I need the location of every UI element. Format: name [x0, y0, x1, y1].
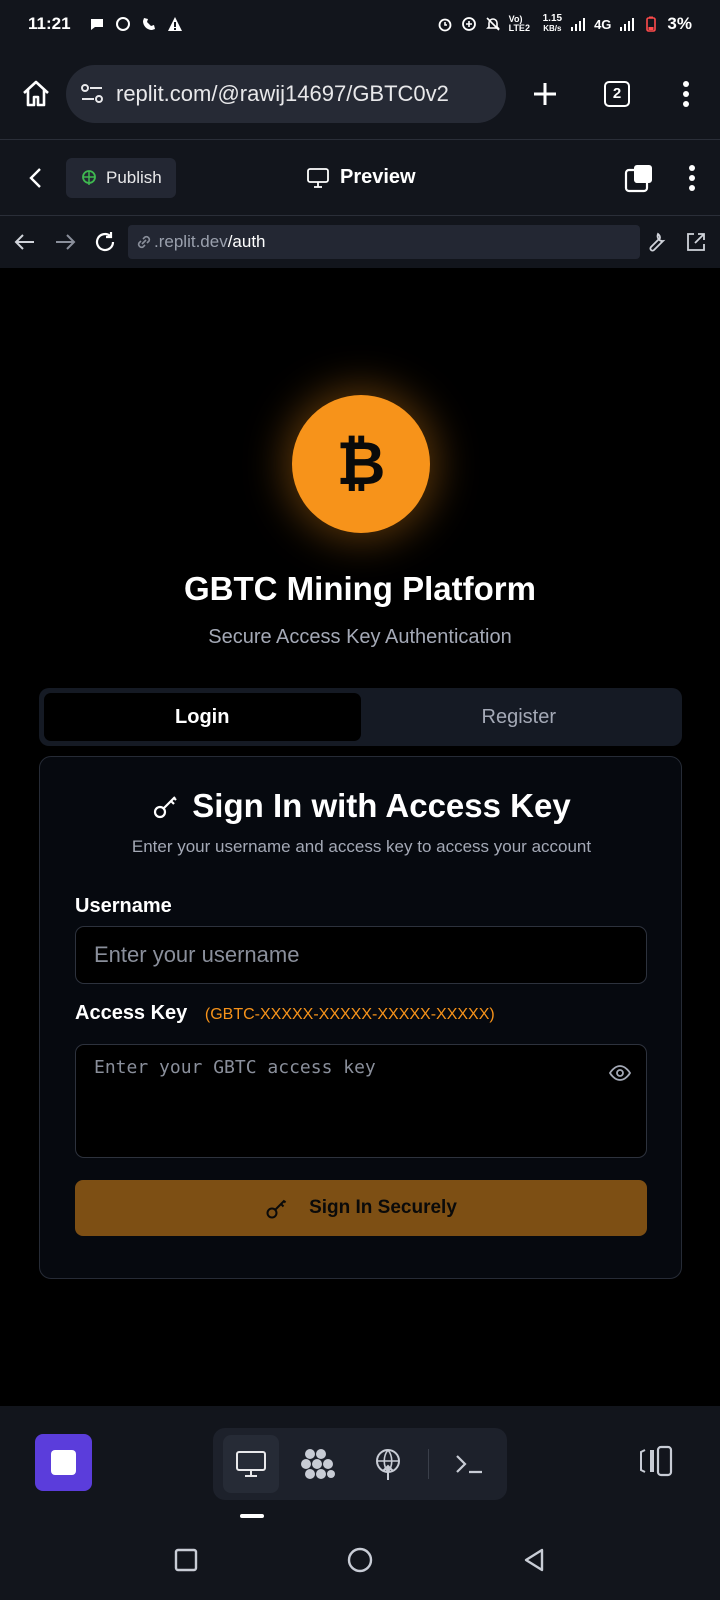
username-placeholder: Enter your username	[94, 942, 300, 967]
replit-bottom-toolbar	[0, 1406, 720, 1520]
home-icon[interactable]	[20, 78, 52, 110]
link-icon	[137, 235, 151, 249]
browser-toolbar: replit.com/@rawij14697/GBTC0v2 2	[0, 48, 720, 140]
deploy-icon	[375, 1449, 400, 1480]
back-arrow-icon[interactable]	[12, 229, 38, 255]
monitor-icon	[307, 167, 329, 188]
publish-label: Publish	[106, 167, 162, 187]
deploy-tool-button[interactable]	[360, 1435, 416, 1493]
page-title: GBTC Mining Platform	[184, 570, 536, 607]
android-nav-bar	[0, 1520, 720, 1600]
bitcoin-symbol: ₿	[336, 429, 386, 499]
access-key-field[interactable]: Enter your GBTC access key	[75, 1044, 647, 1158]
preview-label: Preview	[340, 166, 416, 188]
battery-percent: 3%	[667, 14, 692, 33]
data-saver-icon	[461, 17, 476, 31]
preview-url-bar: .replit.dev /auth	[0, 216, 720, 268]
wrench-icon[interactable]	[644, 230, 668, 254]
username-label: Username	[75, 895, 172, 917]
app-preview-content: ₿ GBTC Mining Platform Secure Access Key…	[0, 268, 720, 1406]
stop-icon	[51, 1450, 76, 1475]
signal-icon-2	[620, 18, 635, 31]
tab-switcher-button[interactable]: 2	[604, 80, 630, 107]
access-key-label: Access Key (GBTC-XXXXX-XXXXX-XXXXX-XXXXX…	[75, 1002, 495, 1025]
chat-bubble-icon	[90, 19, 103, 30]
mute-icon	[485, 17, 500, 31]
status-bar: 11:21 Vo) LTE2 1.15 KB/s 4G 3%	[0, 0, 720, 48]
missed-call-icon	[142, 18, 155, 30]
card-title: Sign In with Access Key	[40, 787, 683, 825]
signal-icon	[571, 18, 586, 31]
key-icon	[154, 796, 178, 819]
back-nav-icon[interactable]	[521, 1547, 547, 1573]
whatsapp-icon	[115, 17, 130, 31]
notification-icons	[89, 16, 183, 32]
auth-tabs: Login Register	[39, 688, 682, 746]
kebab-icon-2[interactable]	[688, 164, 696, 192]
sign-in-button[interactable]: Sign In Securely	[75, 1180, 647, 1236]
panel-layout-icon[interactable]	[638, 1444, 674, 1478]
console-icon	[456, 1455, 482, 1474]
volte-indicator: Vo) LTE2	[508, 14, 530, 33]
external-link-icon[interactable]	[684, 230, 708, 254]
refresh-icon[interactable]	[92, 229, 118, 255]
tabs-overview-icon[interactable]	[624, 163, 654, 193]
login-card: Sign In with Access Key Enter your usern…	[39, 756, 682, 1279]
recents-icon[interactable]	[173, 1547, 199, 1573]
access-key-placeholder: Enter your GBTC access key	[94, 1057, 376, 1078]
status-time: 11:21	[28, 14, 71, 33]
home-nav-icon[interactable]	[346, 1546, 374, 1574]
page-subtitle: Secure Access Key Authentication	[208, 626, 512, 648]
stop-button[interactable]	[35, 1434, 92, 1491]
tool-group	[213, 1428, 507, 1500]
tab-login[interactable]: Login	[44, 693, 361, 741]
network-speed: 1.15 KB/s	[542, 13, 563, 34]
tune-icon[interactable]	[80, 82, 104, 106]
tab-register[interactable]: Register	[361, 693, 678, 741]
publish-button[interactable]: Publish	[66, 157, 176, 198]
warning-icon	[167, 17, 182, 31]
key-icon-button	[266, 1199, 287, 1219]
preview-tool-button[interactable]	[223, 1435, 280, 1493]
system-icons: Vo) LTE2 1.15 KB/s 4G 3%	[437, 14, 692, 34]
monitor-icon-tool	[236, 1451, 267, 1477]
sign-in-label: Sign In Securely	[309, 1197, 457, 1218]
address-bar[interactable]: replit.com/@rawij14697/GBTC0v2	[66, 64, 506, 123]
eye-icon[interactable]	[608, 1063, 632, 1083]
preview-title: Preview	[306, 166, 416, 189]
alarm-icon	[438, 18, 452, 32]
access-key-label-text: Access Key	[75, 1002, 188, 1024]
preview-url-field[interactable]: .replit.dev /auth	[128, 225, 640, 259]
card-description: Enter your username and access key to ac…	[131, 837, 592, 856]
chevron-left-icon[interactable]	[24, 166, 48, 190]
kebab-icon[interactable]	[682, 80, 690, 108]
bitcoin-logo: ₿	[292, 395, 430, 533]
network-type: 4G	[594, 16, 612, 32]
plus-icon[interactable]	[530, 79, 560, 109]
active-tab-indicator	[240, 1514, 264, 1518]
preview-url-path: /auth	[227, 232, 266, 251]
agent-tool-button[interactable]	[291, 1435, 347, 1493]
console-tool-button[interactable]	[441, 1435, 497, 1493]
address-bar-url: replit.com/@rawij14697/GBTC0v2	[116, 80, 449, 106]
card-title-text: Sign In with Access Key	[192, 787, 571, 824]
battery-low-icon	[646, 16, 657, 32]
username-field[interactable]: Enter your username	[75, 926, 647, 984]
forward-arrow-icon[interactable]	[52, 229, 78, 255]
agent-icon	[301, 1449, 336, 1479]
globe-icon	[82, 169, 96, 185]
access-key-format-hint: (GBTC-XXXXX-XXXXX-XXXXX-XXXXX)	[204, 1006, 495, 1023]
replit-header: Publish Preview	[0, 140, 720, 216]
preview-url-domain: .replit.dev	[154, 232, 228, 251]
toolbar-separator	[427, 1449, 429, 1479]
